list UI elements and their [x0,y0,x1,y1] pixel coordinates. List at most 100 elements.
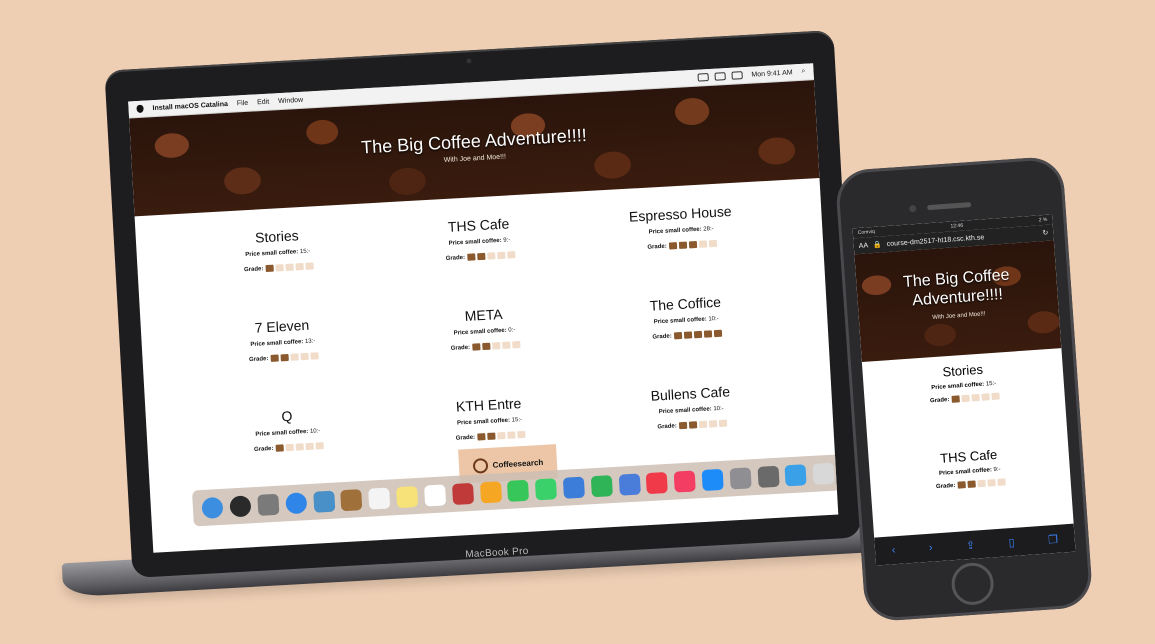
coffee-cup-icon [516,430,526,439]
facetime-icon[interactable] [534,477,558,500]
spotlight-icon[interactable]: ⌕ [801,68,805,76]
cafe-card[interactable]: Espresso House Price small coffee: 28:- Gr… [578,188,784,283]
cafe-card[interactable]: 7 Eleven Price small coffee: 13:- Grade: [180,301,386,396]
coffee-cup-icon [698,240,707,248]
share-icon[interactable]: ⇪ [966,538,976,552]
back-icon[interactable]: ‹ [891,544,896,556]
text-size-button[interactable]: AA [859,242,869,250]
laptop-screen: Install macOS Catalina File Edit Window … [128,63,839,553]
music-icon[interactable] [673,469,696,493]
coffee-cup-icon [476,252,486,261]
downloads-folder-icon[interactable] [784,463,808,486]
apple-icon[interactable] [136,104,144,114]
cafe-card[interactable]: THS Cafe Price small coffee: 9:- Grade: [377,200,583,295]
speaker-grille [927,202,972,211]
cafe-card[interactable]: Stories Price small coffee: 15:- Grade: [862,356,1067,448]
cafe-grade: Grade: [586,326,788,344]
coffee-cup-icon [708,420,717,428]
keynote-stand-icon[interactable] [618,473,641,496]
finder-icon[interactable] [201,496,224,519]
cafe-card[interactable]: Stories Price small coffee: 15:- Grade: [175,211,381,306]
launchpad-icon[interactable] [257,493,280,516]
phone-screen: Comviq 12:46 2 % AA 🔒 course-dm2517-ht18… [852,214,1076,566]
cafe-card[interactable]: The Coffice Price small coffee: 10:- Grade… [583,278,789,373]
messages-icon[interactable] [507,479,530,502]
coffee-cup-icon [718,419,727,428]
menu-app-name[interactable]: Install macOS Catalina [152,100,228,111]
cafe-grade: Grade: [188,438,390,456]
cafe-card[interactable]: Bullens Cafe Price small coffee: 10:- Grad… [588,368,794,463]
coffee-cup-icon [693,330,702,339]
menu-edit[interactable]: Edit [257,98,269,106]
menu-clock[interactable]: Mon 9:41 AM [751,69,793,78]
coffee-cup-icon [688,421,697,429]
reminders-icon[interactable] [423,483,447,507]
reload-icon[interactable]: ↻ [1042,229,1048,237]
airplay-icon[interactable] [697,73,709,82]
cafe-card[interactable]: META Price small coffee: 0:- Grade: [382,289,588,384]
coffee-cup-icon [683,331,692,339]
notes-icon[interactable] [396,485,419,508]
coffee-cup-icon [987,479,996,487]
coffee-cup-icon [708,239,717,248]
coffee-cup-icon [957,481,966,489]
phone-page-title: The Big Coffee Adventure!!!! [902,266,1010,310]
safari-icon[interactable] [285,491,308,514]
coffee-cup-icon [951,395,960,403]
laptop: Install macOS Catalina File Edit Window … [104,30,862,578]
coffee-cup-icon [997,478,1006,486]
installer-icon[interactable] [757,465,780,488]
forward-icon[interactable]: › [928,542,933,554]
coffee-cup-icon [466,253,476,261]
system-preferences-icon[interactable] [729,466,752,489]
coffee-cup-icon [981,393,990,401]
cafe-grade: Grade: [581,236,783,254]
coffee-cup-icon [967,480,976,488]
coffee-cup-icon [295,262,304,271]
keynote-icon[interactable] [562,476,585,499]
coffee-cup-icon [265,264,274,273]
coffee-cup-icon [678,421,687,430]
coffeesearch-label: Coffeesearch [492,457,544,470]
camera-icon [466,58,472,64]
coffee-cup-icon [300,352,309,361]
wifi-icon[interactable] [714,72,726,81]
phone-time: 12:46 [950,222,964,230]
battery-icon[interactable] [731,71,743,80]
coffee-cup-icon [668,242,677,250]
bookmarks-icon[interactable]: ▯ [1008,535,1015,548]
menu-file[interactable]: File [237,99,249,107]
photo-booth-icon[interactable] [451,482,474,505]
numbers-icon[interactable] [590,474,613,497]
cafe-card[interactable]: THS Cafe Price small coffee: 9:- Grade: [868,442,1073,534]
coffee-cup-icon [280,353,289,362]
cafe-grid: Stories Price small coffee: 15:- Grade: THS… [135,178,835,488]
coffee-cup-icon [295,443,304,451]
trash-icon[interactable] [812,462,835,485]
coffee-cup-icon [486,252,496,260]
coffee-cup-icon [310,352,319,360]
coffee-cup-icon [285,443,294,452]
coffee-cup-icon [698,420,707,429]
siri-icon[interactable] [229,494,252,517]
cafe-card[interactable]: Q Price small coffee: 10:- Grade: [185,391,391,486]
menu-window[interactable]: Window [278,96,303,104]
status-icons [697,71,743,82]
news-icon[interactable] [646,471,669,494]
coffee-cup-icon [678,241,687,249]
coffee-cup-icon [481,342,491,351]
calendar-icon[interactable] [368,487,391,510]
cafe-grade: Grade: [178,259,380,277]
coffee-cup-icon [703,330,712,338]
home-button[interactable] [950,561,996,607]
coffee-cup-icon [713,329,722,338]
carrier: Comviq [857,228,875,237]
coffee-cup-icon [270,354,279,362]
phone-cafe-list: Stories Price small coffee: 15:- Grade: THS… [862,356,1073,534]
coffee-cup-icon [991,392,1000,401]
photos-icon[interactable] [479,480,502,503]
notes-book-icon[interactable] [340,488,363,511]
photos-preview-icon[interactable] [312,490,335,513]
tabs-icon[interactable]: ❐ [1048,532,1059,546]
app-store-icon[interactable] [701,468,724,491]
